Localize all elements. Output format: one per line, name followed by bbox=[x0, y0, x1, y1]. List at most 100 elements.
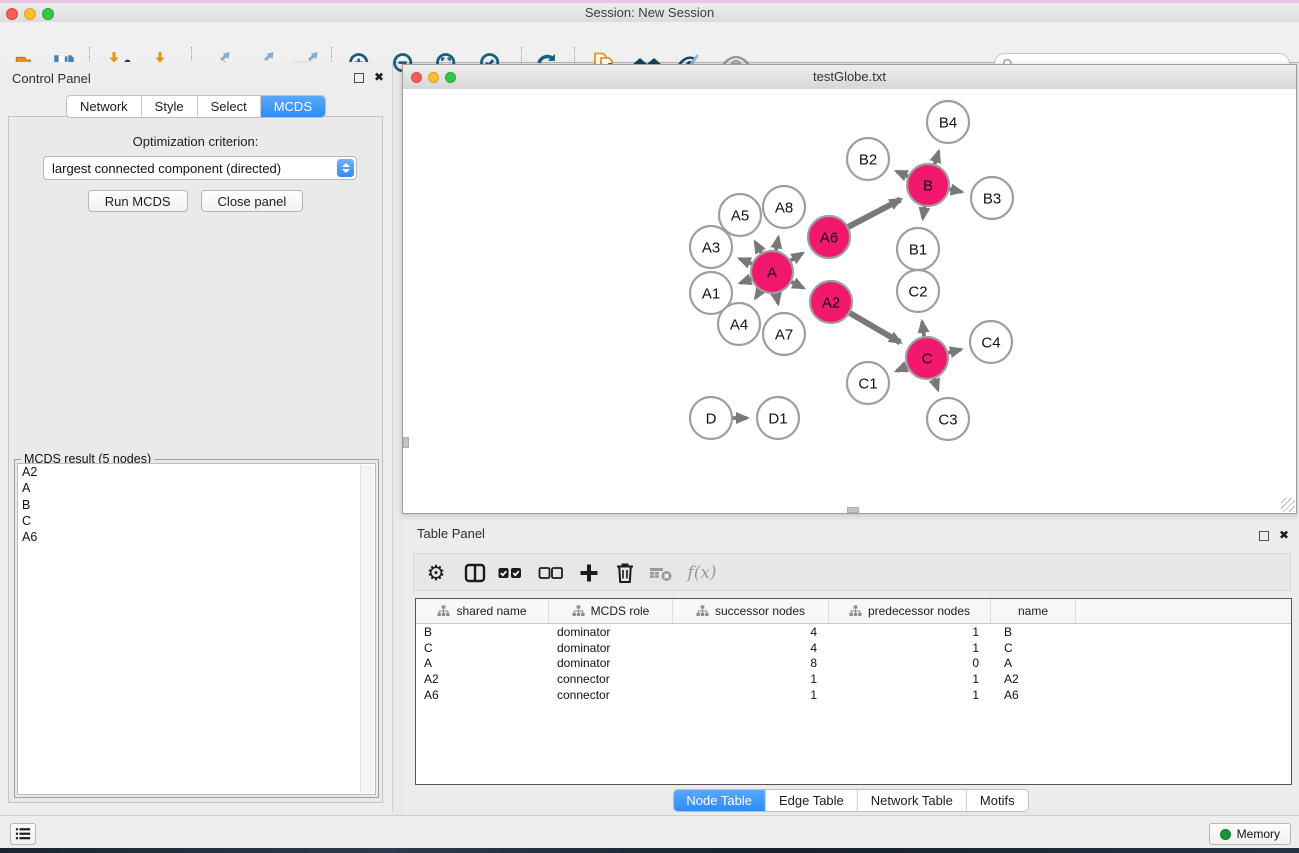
cell-name[interactable]: B bbox=[991, 625, 1076, 639]
cell-predecessor-nodes[interactable]: 1 bbox=[829, 625, 991, 639]
graph-node-B[interactable]: B bbox=[907, 164, 949, 206]
tab-style[interactable]: Style bbox=[142, 96, 198, 117]
edge-A2-C[interactable] bbox=[847, 312, 900, 343]
tab-edge-table[interactable]: Edge Table bbox=[766, 790, 858, 811]
close-panel-icon[interactable]: ✖ bbox=[374, 70, 384, 84]
cell-name[interactable]: C bbox=[991, 641, 1076, 655]
network-window-titlebar[interactable]: testGlobe.txt bbox=[403, 65, 1296, 90]
tab-select[interactable]: Select bbox=[198, 96, 261, 117]
canvas-vertical-scrollbar[interactable] bbox=[403, 437, 409, 448]
mcds-result-list[interactable]: A2ABCA6 bbox=[17, 463, 376, 795]
result-item-A2[interactable]: A2 bbox=[18, 464, 375, 480]
deselect-all-checkboxes-icon[interactable] bbox=[535, 557, 567, 589]
table-settings-gear-icon[interactable]: ⚙ bbox=[420, 557, 452, 589]
graph-node-A6[interactable]: A6 bbox=[808, 216, 850, 258]
column-header-shared-name[interactable]: shared name bbox=[416, 599, 549, 623]
graph-node-D[interactable]: D bbox=[690, 397, 732, 439]
cell-successor-nodes[interactable]: 1 bbox=[673, 672, 829, 686]
column-header-predecessor-nodes[interactable]: predecessor nodes bbox=[829, 599, 991, 623]
cell-successor-nodes[interactable]: 1 bbox=[673, 688, 829, 702]
function-builder-icon[interactable]: f(x) bbox=[682, 557, 722, 589]
column-header-name[interactable]: name bbox=[991, 599, 1076, 623]
cell-name[interactable]: A6 bbox=[991, 688, 1076, 702]
graph-node-A7[interactable]: A7 bbox=[763, 313, 805, 355]
cell-shared-name[interactable]: A bbox=[416, 656, 549, 670]
svg-text:D: D bbox=[706, 410, 717, 427]
cell-MCDS-role[interactable]: connector bbox=[549, 688, 673, 702]
graph-node-D1[interactable]: D1 bbox=[757, 397, 799, 439]
graph-node-B1[interactable]: B1 bbox=[897, 228, 939, 270]
cell-shared-name[interactable]: B bbox=[416, 625, 549, 639]
cell-shared-name[interactable]: C bbox=[416, 641, 549, 655]
tab-network-table[interactable]: Network Table bbox=[858, 790, 967, 811]
graph-node-B4[interactable]: B4 bbox=[927, 101, 969, 143]
cell-shared-name[interactable]: A6 bbox=[416, 688, 549, 702]
tab-node-table[interactable]: Node Table bbox=[673, 790, 766, 811]
graph-node-C[interactable]: C bbox=[906, 337, 948, 379]
cell-successor-nodes[interactable]: 8 bbox=[673, 656, 829, 670]
node-attribute-table[interactable]: shared nameMCDS rolesuccessor nodesprede… bbox=[415, 598, 1292, 785]
graph-node-B3[interactable]: B3 bbox=[971, 177, 1013, 219]
delete-table-icon[interactable] bbox=[645, 557, 677, 589]
network-graph[interactable]: B4B2BB3A5A8A6A3B1AC2A1A2A4A7C4CC1DD1C3 bbox=[403, 89, 1296, 513]
graph-node-C4[interactable]: C4 bbox=[970, 321, 1012, 363]
cell-MCDS-role[interactable]: dominator bbox=[549, 641, 673, 655]
table-row-A6[interactable]: A6connector11A6 bbox=[416, 687, 1291, 703]
result-item-A6[interactable]: A6 bbox=[18, 529, 375, 545]
delete-column-icon[interactable] bbox=[609, 557, 641, 589]
task-history-button[interactable] bbox=[10, 823, 36, 845]
window-resize-grip[interactable] bbox=[1281, 498, 1295, 512]
result-list-scrollbar[interactable] bbox=[360, 465, 374, 793]
float-panel-icon[interactable] bbox=[354, 73, 364, 83]
main-titlebar[interactable]: Session: New Session bbox=[0, 3, 1299, 23]
close-panel-button[interactable]: Close panel bbox=[201, 190, 304, 212]
cell-name[interactable]: A bbox=[991, 656, 1076, 670]
cell-successor-nodes[interactable]: 4 bbox=[673, 641, 829, 655]
result-item-B[interactable]: B bbox=[18, 497, 375, 513]
create-column-icon[interactable] bbox=[573, 557, 605, 589]
tab-motifs[interactable]: Motifs bbox=[967, 790, 1028, 811]
result-item-A[interactable]: A bbox=[18, 480, 375, 496]
table-row-B[interactable]: Bdominator41B bbox=[416, 624, 1291, 640]
graph-node-A4[interactable]: A4 bbox=[718, 303, 760, 345]
memory-button[interactable]: Memory bbox=[1209, 823, 1291, 845]
optimization-criterion-label: Optimization criterion: bbox=[9, 134, 382, 149]
tab-mcds[interactable]: MCDS bbox=[261, 96, 325, 117]
graph-node-B2[interactable]: B2 bbox=[847, 138, 889, 180]
cell-shared-name[interactable]: A2 bbox=[416, 672, 549, 686]
edge-A6-B[interactable] bbox=[846, 199, 901, 228]
cell-predecessor-nodes[interactable]: 1 bbox=[829, 688, 991, 702]
graph-node-C1[interactable]: C1 bbox=[847, 362, 889, 404]
graph-node-C3[interactable]: C3 bbox=[927, 398, 969, 440]
run-mcds-button[interactable]: Run MCDS bbox=[88, 190, 188, 212]
tab-network[interactable]: Network bbox=[67, 96, 142, 117]
graph-node-C2[interactable]: C2 bbox=[897, 270, 939, 312]
column-header-successor-nodes[interactable]: successor nodes bbox=[673, 599, 829, 623]
canvas-horizontal-scrollbar[interactable] bbox=[847, 507, 859, 513]
optimization-criterion-dropdown[interactable]: largest connected component (directed) bbox=[43, 156, 357, 180]
select-all-checkboxes-icon[interactable] bbox=[494, 557, 526, 589]
cell-MCDS-role[interactable]: dominator bbox=[549, 625, 673, 639]
svg-text:B3: B3 bbox=[983, 190, 1001, 207]
table-row-A2[interactable]: A2connector11A2 bbox=[416, 671, 1291, 687]
show-columns-icon[interactable] bbox=[459, 557, 491, 589]
graph-node-A[interactable]: A bbox=[751, 251, 793, 293]
graph-node-A8[interactable]: A8 bbox=[763, 186, 805, 228]
cell-name[interactable]: A2 bbox=[991, 672, 1076, 686]
graph-node-A3[interactable]: A3 bbox=[690, 226, 732, 268]
table-row-C[interactable]: Cdominator41C bbox=[416, 640, 1291, 656]
column-header-MCDS-role[interactable]: MCDS role bbox=[549, 599, 673, 623]
network-canvas[interactable]: B4B2BB3A5A8A6A3B1AC2A1A2A4A7C4CC1DD1C3 bbox=[403, 89, 1296, 513]
table-row-A[interactable]: Adominator80A bbox=[416, 655, 1291, 671]
cell-predecessor-nodes[interactable]: 0 bbox=[829, 656, 991, 670]
cell-predecessor-nodes[interactable]: 1 bbox=[829, 641, 991, 655]
result-item-C[interactable]: C bbox=[18, 513, 375, 529]
cell-MCDS-role[interactable]: connector bbox=[549, 672, 673, 686]
graph-node-A2[interactable]: A2 bbox=[810, 281, 852, 323]
close-table-panel-icon[interactable]: ✖ bbox=[1279, 528, 1289, 542]
graph-node-A5[interactable]: A5 bbox=[719, 194, 761, 236]
float-table-panel-icon[interactable] bbox=[1259, 531, 1269, 541]
cell-MCDS-role[interactable]: dominator bbox=[549, 656, 673, 670]
cell-successor-nodes[interactable]: 4 bbox=[673, 625, 829, 639]
cell-predecessor-nodes[interactable]: 1 bbox=[829, 672, 991, 686]
